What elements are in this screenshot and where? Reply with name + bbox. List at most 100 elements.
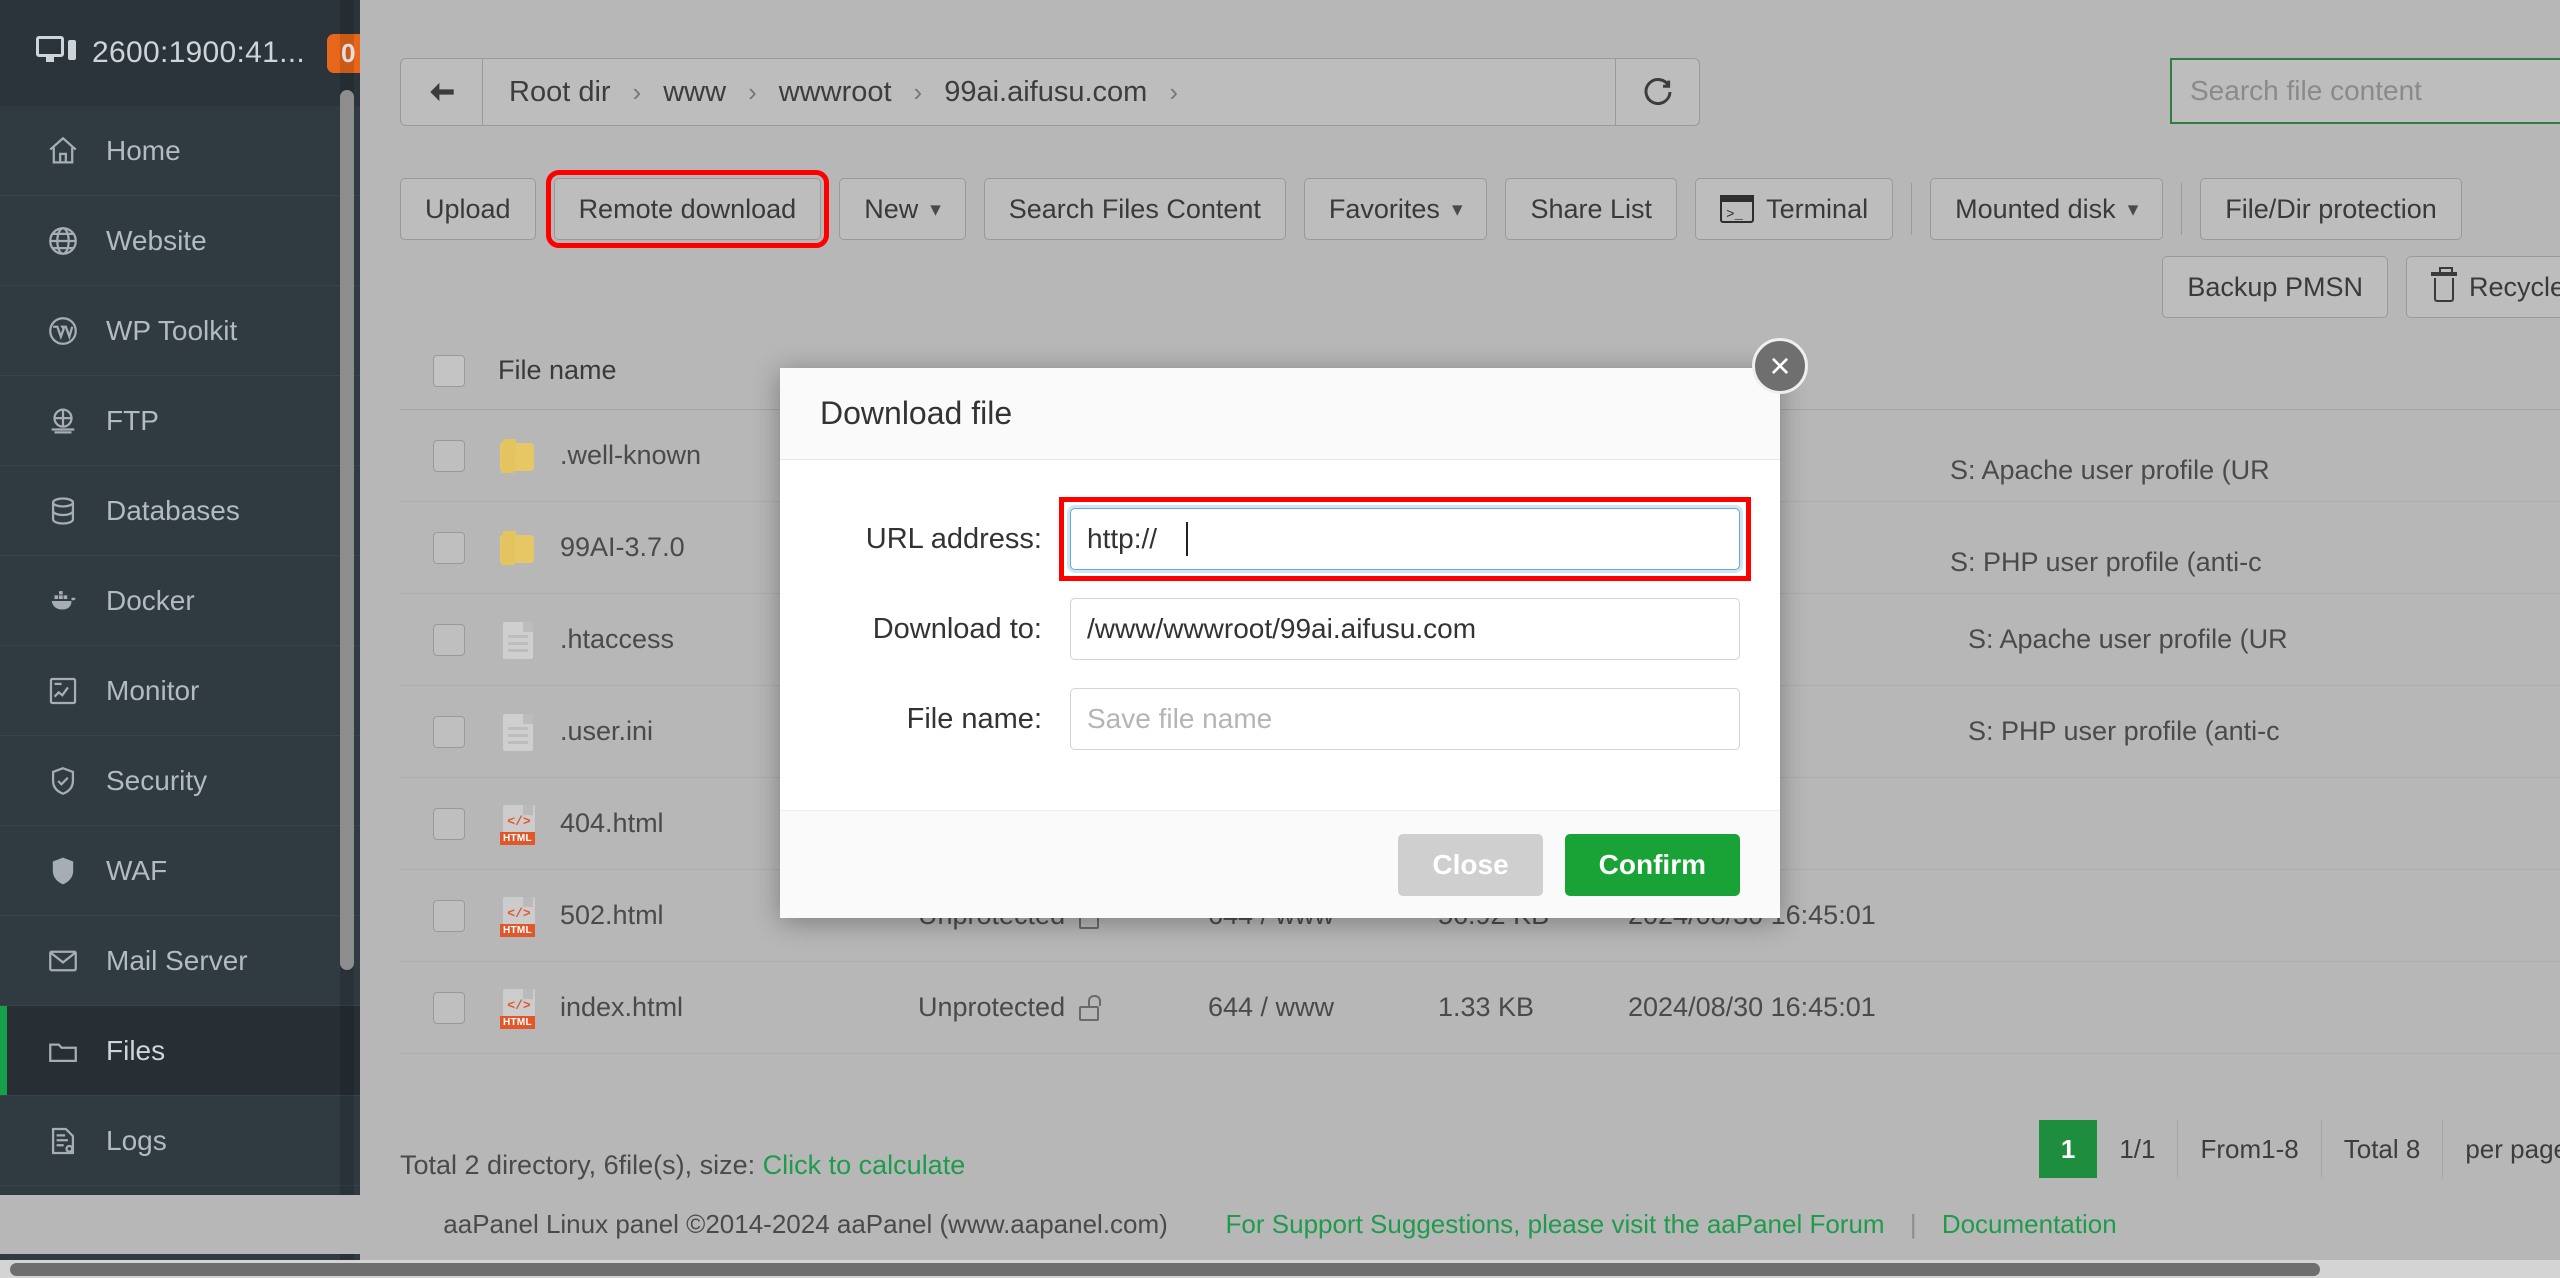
- row-checkbox[interactable]: [433, 531, 465, 564]
- recycle-bin-button[interactable]: Recycle: [2405, 256, 2560, 318]
- sidebar-header[interactable]: 2600:1900:41... 0: [0, 0, 360, 106]
- download-to-field[interactable]: [1070, 598, 1740, 660]
- sidebar-item-label: FTP: [106, 404, 159, 436]
- download-to-label: Download to:: [872, 612, 1042, 645]
- pagination: 1 1/1 From1-8 Total 8 per page: [2038, 1120, 2560, 1178]
- date-cell: 2024/08/30 16:45:01: [1628, 992, 1876, 1022]
- sidebar-item-home[interactable]: Home: [0, 106, 360, 196]
- close-icon[interactable]: ×: [1752, 338, 1808, 394]
- horizontal-scrollbar-thumb[interactable]: [10, 1263, 2320, 1276]
- ftp-globe-icon: [46, 404, 80, 438]
- sidebar-scrollbar-thumb[interactable]: [340, 90, 354, 970]
- breadcrumb-www[interactable]: www: [663, 76, 726, 109]
- log-document-icon: [46, 1124, 80, 1158]
- row-checkbox[interactable]: [433, 715, 465, 748]
- close-button[interactable]: Close: [1398, 833, 1543, 896]
- breadcrumb-separator: ›: [632, 76, 642, 107]
- refresh-button[interactable]: [1615, 59, 1699, 125]
- file-name-cell[interactable]: </> HTML index.html: [498, 987, 918, 1029]
- sidebar-item-logs[interactable]: Logs: [0, 1096, 360, 1186]
- sidebar-item-wp-toolkit[interactable]: WP Toolkit: [0, 286, 360, 376]
- table-row[interactable]: </> HTML index.html Unprotected 644 / www…: [400, 962, 2560, 1054]
- permission-cell: 644 / www: [1208, 992, 1335, 1022]
- sidebar-item-label: WAF: [106, 854, 168, 886]
- row-select-cell[interactable]: [400, 807, 498, 840]
- chevron-down-icon: ▾: [1451, 197, 1463, 221]
- file-name-field[interactable]: [1070, 688, 1740, 750]
- breadcrumb-wwwroot[interactable]: wwwroot: [779, 76, 892, 109]
- row-checkbox[interactable]: [433, 991, 465, 1024]
- file-toolbar: Upload Remote download New ▾ Search File…: [400, 170, 2560, 248]
- sidebar-item-label: Monitor: [106, 674, 200, 706]
- dialog-footer: Close Confirm: [780, 810, 1780, 918]
- shield-check-icon: [46, 764, 80, 798]
- row-checkbox[interactable]: [433, 807, 465, 840]
- breadcrumb-site[interactable]: 99ai.aifusu.com: [944, 76, 1147, 109]
- file-name-label: 502.html: [560, 900, 664, 930]
- new-button-label: New: [864, 193, 919, 224]
- select-all-cell[interactable]: [400, 354, 498, 387]
- search-input[interactable]: [2190, 75, 2551, 107]
- backup-pmsn-button[interactable]: Backup PMSN: [2162, 256, 2388, 318]
- row-checkbox[interactable]: [433, 623, 465, 656]
- per-page-selector[interactable]: per page: [2443, 1120, 2560, 1178]
- row-select-cell[interactable]: [400, 623, 498, 656]
- back-button[interactable]: [401, 59, 483, 125]
- share-list-button[interactable]: Share List: [1505, 178, 1678, 240]
- file-toolbar-row2: Backup PMSN Recycle: [2162, 256, 2560, 318]
- app-root: 2600:1900:41... 0 Home Website WP Toolki…: [0, 0, 2560, 1278]
- sidebar-item-mail-server[interactable]: Mail Server: [0, 916, 360, 1006]
- row-checkbox[interactable]: [433, 439, 465, 472]
- sidebar-item-waf[interactable]: WAF: [0, 826, 360, 916]
- remote-download-button[interactable]: Remote download: [545, 170, 830, 248]
- sidebar-item-label: Mail Server: [106, 944, 248, 976]
- remote-download-button-label: Remote download: [578, 193, 797, 224]
- row-select-cell[interactable]: [400, 899, 498, 932]
- page-range-label: From1-8: [2178, 1120, 2322, 1178]
- file-dir-protection-button[interactable]: File/Dir protection: [2200, 178, 2462, 240]
- text-cursor: [1186, 522, 1188, 556]
- row-select-cell[interactable]: [400, 715, 498, 748]
- sidebar-item-label: WP Toolkit: [106, 314, 238, 346]
- support-forum-link[interactable]: For Support Suggestions, please visit th…: [1226, 1209, 1885, 1239]
- page-total-label: Total 8: [2322, 1120, 2444, 1178]
- click-to-calculate-link[interactable]: Click to calculate: [763, 1150, 966, 1180]
- breadcrumb-separator: ›: [913, 76, 923, 107]
- unlock-icon[interactable]: [1079, 994, 1102, 1021]
- new-button[interactable]: New ▾: [839, 178, 966, 240]
- url-address-field[interactable]: [1070, 508, 1740, 570]
- sidebar-item-monitor[interactable]: Monitor: [0, 646, 360, 736]
- select-all-checkbox[interactable]: [433, 354, 465, 387]
- recycle-bin-label: Recycle: [2468, 271, 2560, 302]
- row-select-cell[interactable]: [400, 439, 498, 472]
- refresh-icon: [1644, 78, 1671, 105]
- file-name-label: .htaccess: [560, 624, 675, 654]
- page-current-button[interactable]: 1: [2038, 1120, 2098, 1178]
- sidebar-item-security[interactable]: Security: [0, 736, 360, 826]
- breadcrumb-root-dir[interactable]: Root dir: [509, 76, 611, 109]
- folder-icon: [498, 435, 538, 477]
- sidebar-item-label: Databases: [106, 494, 240, 526]
- sidebar-item-label: Home: [106, 134, 181, 166]
- file-name-label: File name:: [906, 702, 1042, 735]
- row-select-cell[interactable]: [400, 991, 498, 1024]
- confirm-button[interactable]: Confirm: [1564, 833, 1740, 896]
- footer-divider: [1193, 1209, 1200, 1239]
- upload-button[interactable]: Upload: [400, 178, 536, 240]
- terminal-button[interactable]: >_ Terminal: [1695, 178, 1894, 240]
- docker-whale-icon: [46, 584, 80, 618]
- horizontal-scrollbar-track[interactable]: [0, 1260, 2560, 1278]
- download-to-control: [1070, 598, 1740, 660]
- row-checkbox[interactable]: [433, 899, 465, 932]
- row-select-cell[interactable]: [400, 531, 498, 564]
- sidebar-item-databases[interactable]: Databases: [0, 466, 360, 556]
- sidebar-item-ftp[interactable]: FTP: [0, 376, 360, 466]
- mounted-disk-button[interactable]: Mounted disk ▾: [1930, 178, 2164, 240]
- sidebar-item-files[interactable]: Files: [0, 1006, 360, 1096]
- search-files-content-button[interactable]: Search Files Content: [983, 178, 1286, 240]
- documentation-link[interactable]: Documentation: [1942, 1209, 2117, 1239]
- favorites-button[interactable]: Favorites ▾: [1303, 178, 1488, 240]
- sidebar-item-docker[interactable]: Docker: [0, 556, 360, 646]
- protection-cell[interactable]: Unprotected: [918, 992, 1208, 1023]
- sidebar-item-website[interactable]: Website: [0, 196, 360, 286]
